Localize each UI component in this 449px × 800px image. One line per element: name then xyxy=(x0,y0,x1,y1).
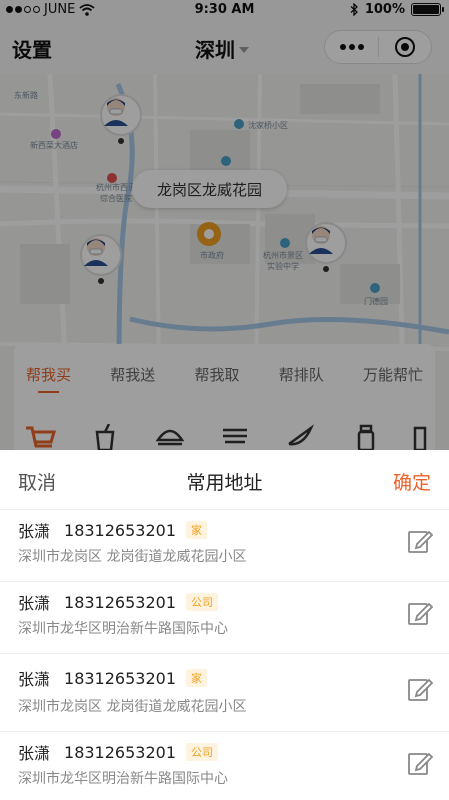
address-tag: 公司 xyxy=(186,593,218,611)
address-contact: 张潇 18312653201 公司 xyxy=(18,590,218,614)
sheet-header: 取消 常用地址 确定 xyxy=(0,450,449,510)
sheet-title: 常用地址 xyxy=(186,472,263,494)
contact-name: 张潇 xyxy=(18,594,51,613)
contact-name: 张潇 xyxy=(18,522,51,541)
address-text: 深圳市龙华区明治新牛路国际中心 xyxy=(18,771,228,787)
contact-phone: 18312653201 xyxy=(64,742,176,762)
address-item[interactable]: 张潇 18312653201 家 深圳市龙岗区 龙岗街道龙威花园小区 xyxy=(0,654,449,732)
address-item[interactable]: 张潇 18312653201 家 深圳市龙岗区 龙岗街道龙威花园小区 xyxy=(0,510,449,582)
edit-icon[interactable] xyxy=(407,676,433,702)
address-text: 深圳市龙岗区 龙岗街道龙威花园小区 xyxy=(18,699,247,715)
address-tag: 公司 xyxy=(186,743,218,761)
edit-icon[interactable] xyxy=(407,528,433,554)
address-contact: 张潇 18312653201 家 xyxy=(18,666,207,690)
address-text: 深圳市龙华区明治新牛路国际中心 xyxy=(18,621,228,637)
address-text: 深圳市龙岗区 龙岗街道龙威花园小区 xyxy=(18,549,247,565)
address-contact: 张潇 18312653201 家 xyxy=(18,518,207,542)
address-contact: 张潇 18312653201 公司 xyxy=(18,740,218,764)
address-tag: 家 xyxy=(186,669,207,687)
address-item[interactable]: 张潇 18312653201 公司 深圳市龙华区明治新牛路国际中心 xyxy=(0,582,449,654)
contact-name: 张潇 xyxy=(18,670,51,689)
edit-icon[interactable] xyxy=(407,600,433,626)
modal-backdrop[interactable] xyxy=(0,0,449,450)
address-sheet: 取消 常用地址 确定 张潇 18312653201 家 深圳市龙岗区 龙岗街道龙… xyxy=(0,450,449,800)
address-tag: 家 xyxy=(186,521,207,539)
edit-icon[interactable] xyxy=(407,750,433,776)
address-item[interactable]: 张潇 18312653201 公司 深圳市龙华区明治新牛路国际中心 xyxy=(0,732,449,800)
contact-phone: 18312653201 xyxy=(64,520,176,540)
confirm-button[interactable]: 确定 xyxy=(393,468,431,495)
contact-phone: 18312653201 xyxy=(64,668,176,688)
contact-phone: 18312653201 xyxy=(64,592,176,612)
contact-name: 张潇 xyxy=(18,744,51,763)
